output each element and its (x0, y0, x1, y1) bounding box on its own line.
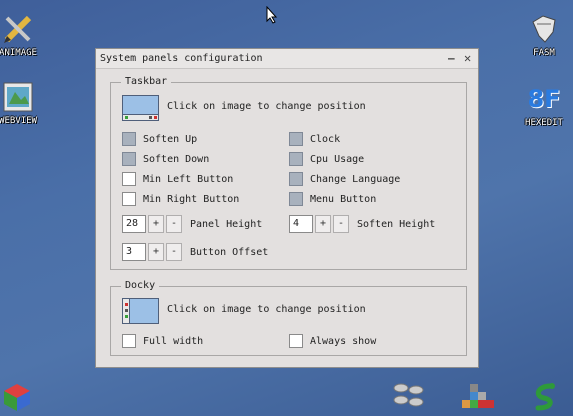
hexedit-icon: 8F (527, 85, 561, 113)
cube-icon[interactable] (2, 382, 32, 415)
docky-group-title: Docky (121, 280, 160, 291)
preview-panel-dot (149, 116, 152, 119)
taskbar-hint: Click on image to change position (167, 101, 366, 112)
desktop-icon-label: ANIMAGE (0, 48, 37, 58)
checkbox-full-width[interactable]: Full width (122, 333, 203, 349)
checkbox-menu-button[interactable]: Menu Button (289, 191, 376, 207)
checkbox-label: Full width (143, 335, 204, 347)
panel-height-increase-button[interactable]: + (148, 215, 164, 233)
docky-group: Docky Click on image to change position … (110, 280, 467, 356)
blocks-icon[interactable] (462, 382, 494, 415)
close-button[interactable]: ✕ (464, 51, 471, 65)
checkbox-clock[interactable]: Clock (289, 131, 340, 147)
checkbox-box[interactable] (122, 152, 136, 166)
docky-hint: Click on image to change position (167, 304, 366, 315)
button-offset-increase-button[interactable]: + (148, 243, 164, 261)
desktop-icon-animage[interactable]: ANIMAGE (0, 12, 48, 58)
desktop-icon-webview[interactable]: WEBVIEW (0, 80, 48, 126)
button-offset-label: Button Offset (190, 246, 269, 258)
checkbox-box[interactable] (289, 132, 303, 146)
window-title: System panels configuration (100, 53, 263, 64)
desktop-icon-fasm[interactable]: FASM (514, 12, 573, 58)
checkbox-min-right-button[interactable]: Min Right Button (122, 191, 239, 207)
preview-panel-dot (154, 116, 157, 119)
checkbox-box[interactable] (289, 152, 303, 166)
button-offset-input[interactable]: 3 (122, 243, 146, 261)
panel-height-label: Panel Height (190, 218, 263, 230)
checkbox-min-left-button[interactable]: Min Left Button (122, 171, 233, 187)
checkbox-label: Min Right Button (143, 193, 240, 205)
browser-icon (1, 80, 35, 114)
checkbox-box[interactable] (289, 334, 303, 348)
checkbox-soften-up[interactable]: Soften Up (122, 131, 197, 147)
docky-position-preview[interactable] (122, 298, 159, 324)
checkbox-change-language[interactable]: Change Language (289, 171, 400, 187)
checkbox-label: Clock (310, 133, 341, 145)
taskbar-group: Taskbar Click on image to change positio… (110, 76, 467, 270)
desktop-icon-hexedit[interactable]: 8F HEXEDIT (514, 82, 573, 128)
preview-panel-dot (125, 116, 128, 119)
panel-height-decrease-button[interactable]: - (166, 215, 182, 233)
pencil-icon (1, 12, 35, 46)
checkbox-label: Soften Down (143, 153, 210, 165)
system-panels-window: System panels configuration — ✕ Taskbar … (95, 48, 479, 368)
button-offset-decrease-button[interactable]: - (166, 243, 182, 261)
checkbox-box[interactable] (289, 192, 303, 206)
checkbox-label: Always show (310, 335, 377, 347)
checkbox-soften-down[interactable]: Soften Down (122, 151, 209, 167)
window-titlebar[interactable]: System panels configuration — ✕ (96, 49, 478, 69)
disks-icon[interactable] (392, 378, 426, 413)
checkbox-box[interactable] (122, 334, 136, 348)
panel-height-input[interactable]: 28 (122, 215, 146, 233)
checkbox-label: Soften Up (143, 133, 198, 145)
checkbox-label: Change Language (310, 173, 401, 185)
desktop-icon-label: WEBVIEW (0, 116, 37, 126)
fasm-icon (527, 12, 561, 46)
checkbox-label: Menu Button (310, 193, 377, 205)
checkbox-label: Min Left Button (143, 173, 234, 185)
checkbox-box[interactable] (122, 172, 136, 186)
snake-icon[interactable] (532, 380, 560, 415)
soften-height-label: Soften Height (357, 218, 436, 230)
soften-height-spinner: 4 + - Soften Height (289, 215, 435, 233)
preview-dock-dot (125, 303, 128, 306)
checkbox-box[interactable] (122, 132, 136, 146)
button-offset-spinner: 3 + - Button Offset (122, 243, 268, 261)
soften-height-decrease-button[interactable]: - (333, 215, 349, 233)
soften-height-increase-button[interactable]: + (315, 215, 331, 233)
checkbox-box[interactable] (289, 172, 303, 186)
checkbox-always-show[interactable]: Always show (289, 333, 376, 349)
mouse-cursor-icon (266, 5, 278, 27)
desktop-icon-label: FASM (533, 48, 555, 58)
minimize-button[interactable]: — (448, 52, 455, 65)
taskbar-position-preview[interactable] (122, 95, 159, 121)
preview-dock-dot (125, 309, 128, 312)
soften-height-input[interactable]: 4 (289, 215, 313, 233)
checkbox-cpu-usage[interactable]: Cpu Usage (289, 151, 364, 167)
preview-panel-strip (123, 114, 158, 120)
preview-dock-dot (125, 315, 128, 318)
panel-height-spinner: 28 + - Panel Height (122, 215, 262, 233)
desktop-icon-label: HEXEDIT (525, 118, 563, 128)
checkbox-label: Cpu Usage (310, 153, 365, 165)
taskbar-group-title: Taskbar (121, 76, 172, 87)
checkbox-box[interactable] (122, 192, 136, 206)
